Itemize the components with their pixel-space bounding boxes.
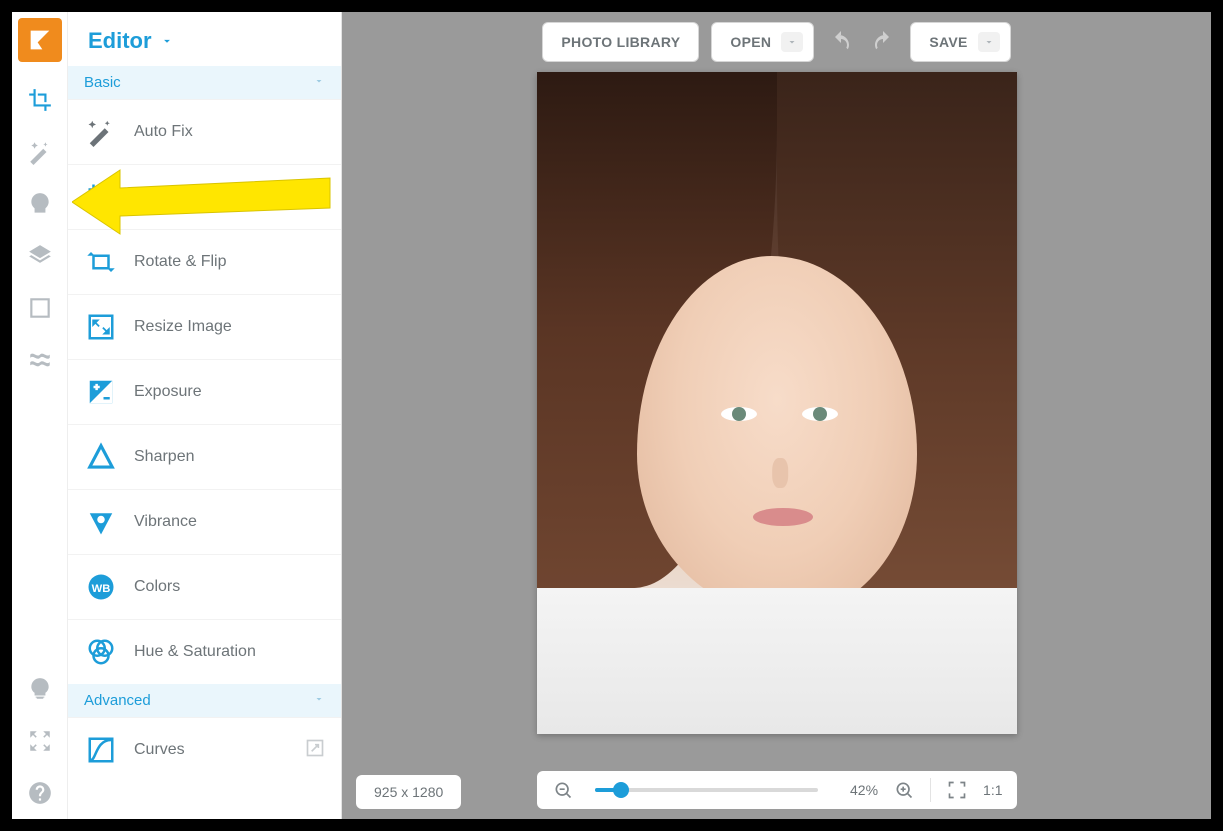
button-label: PHOTO LIBRARY xyxy=(561,34,680,50)
tool-crop-picture[interactable]: Crop Picture xyxy=(68,164,341,229)
photo-library-button[interactable]: PHOTO LIBRARY xyxy=(542,22,699,62)
chevron-down-icon xyxy=(160,34,174,48)
button-label: SAVE xyxy=(929,34,967,50)
resize-icon xyxy=(84,310,118,344)
rotate-icon xyxy=(84,245,118,279)
chevron-down-icon xyxy=(781,32,803,52)
tool-label: Colors xyxy=(134,578,180,596)
tool-label: Curves xyxy=(134,741,185,759)
tool-label: Crop Picture xyxy=(134,188,223,206)
chevron-down-icon xyxy=(313,74,325,91)
vibrance-icon xyxy=(84,505,118,539)
tool-label: Resize Image xyxy=(134,318,232,336)
help-icon xyxy=(27,780,53,806)
expand-icon xyxy=(305,738,325,763)
tool-label: Sharpen xyxy=(134,448,195,466)
tool-exposure[interactable]: Exposure xyxy=(68,359,341,424)
app-logo[interactable] xyxy=(18,18,62,62)
magic-wand-icon xyxy=(27,139,53,165)
button-label: OPEN xyxy=(730,34,771,50)
redo-button[interactable] xyxy=(868,27,898,57)
sidebar-scroll[interactable]: Basic Auto Fix Crop Picture Rotate xyxy=(68,66,341,819)
zoom-out-button[interactable] xyxy=(551,778,575,802)
fullscreen-arrows-icon xyxy=(27,728,53,754)
dimensions-readout: 925 x 1280 xyxy=(356,775,461,809)
chevron-down-icon xyxy=(313,692,325,709)
hue-saturation-icon xyxy=(84,635,118,669)
rail-tab-frames[interactable] xyxy=(18,286,62,330)
rail-tips[interactable] xyxy=(18,667,62,711)
crop-tool-icon xyxy=(84,180,118,214)
frame-icon xyxy=(27,295,53,321)
rail-help[interactable] xyxy=(18,771,62,815)
undo-icon xyxy=(829,30,853,54)
crop-icon xyxy=(27,87,53,113)
exposure-icon xyxy=(84,375,118,409)
rail-tab-effects[interactable] xyxy=(18,130,62,174)
curves-icon xyxy=(84,733,118,767)
zoom-out-icon xyxy=(553,780,573,800)
panel-title[interactable]: Editor xyxy=(68,12,341,66)
tool-label: Hue & Saturation xyxy=(134,643,256,661)
top-toolbar: PHOTO LIBRARY OPEN SAVE xyxy=(342,12,1211,68)
tool-label: Rotate & Flip xyxy=(134,253,226,271)
zoom-in-icon xyxy=(894,780,914,800)
slider-thumb[interactable] xyxy=(613,782,629,798)
zoom-percent: 42% xyxy=(838,782,878,798)
fit-screen-icon xyxy=(947,780,967,800)
layers-icon xyxy=(27,243,53,269)
save-button[interactable]: SAVE xyxy=(910,22,1010,62)
divider xyxy=(930,778,931,802)
undo-button[interactable] xyxy=(826,27,856,57)
texture-icon xyxy=(27,347,53,373)
redo-icon xyxy=(871,30,895,54)
zoom-toolbar: 42% 1:1 xyxy=(537,771,1017,809)
section-label: Advanced xyxy=(84,692,151,709)
chevron-down-icon xyxy=(978,32,1000,52)
tool-label: Exposure xyxy=(134,383,202,401)
tool-rotate-flip[interactable]: Rotate & Flip xyxy=(68,229,341,294)
section-label: Basic xyxy=(84,74,121,91)
rail-tab-editor[interactable] xyxy=(18,78,62,122)
sharpen-icon xyxy=(84,440,118,474)
tool-curves[interactable]: Curves xyxy=(68,717,341,782)
section-basic-header[interactable]: Basic xyxy=(68,66,341,99)
colors-icon: WB xyxy=(84,570,118,604)
tool-vibrance[interactable]: Vibrance xyxy=(68,489,341,554)
rail-tab-textures[interactable] xyxy=(18,338,62,382)
category-rail xyxy=(12,12,68,819)
section-advanced-header[interactable]: Advanced xyxy=(68,684,341,717)
tool-sidebar: Editor Basic Auto Fix Crop Picture xyxy=(68,12,342,819)
tool-sharpen[interactable]: Sharpen xyxy=(68,424,341,489)
canvas-area: PHOTO LIBRARY OPEN SAVE xyxy=(342,12,1211,819)
auto-fix-icon xyxy=(84,115,118,149)
panel-title-label: Editor xyxy=(88,28,152,54)
tool-colors[interactable]: WB Colors xyxy=(68,554,341,619)
dimensions-text: 925 x 1280 xyxy=(374,784,443,800)
lightbulb-icon xyxy=(27,676,53,702)
tool-hue-saturation[interactable]: Hue & Saturation xyxy=(68,619,341,684)
tool-auto-fix[interactable]: Auto Fix xyxy=(68,99,341,164)
image-canvas[interactable] xyxy=(537,72,1017,734)
fit-screen-button[interactable] xyxy=(945,778,969,802)
rail-fullscreen[interactable] xyxy=(18,719,62,763)
one-to-one-button[interactable]: 1:1 xyxy=(983,782,1002,798)
rail-tab-beauty[interactable] xyxy=(18,182,62,226)
zoom-in-button[interactable] xyxy=(892,778,916,802)
face-silhouette-icon xyxy=(27,191,53,217)
tool-resize-image[interactable]: Resize Image xyxy=(68,294,341,359)
rail-tab-layers[interactable] xyxy=(18,234,62,278)
tool-label: Vibrance xyxy=(134,513,197,531)
app-window: Editor Basic Auto Fix Crop Picture xyxy=(12,12,1211,819)
canvas-viewport[interactable] xyxy=(342,12,1211,819)
zoom-slider[interactable] xyxy=(595,788,819,792)
svg-text:WB: WB xyxy=(92,583,111,595)
tool-label: Auto Fix xyxy=(134,123,193,141)
open-button[interactable]: OPEN xyxy=(711,22,814,62)
